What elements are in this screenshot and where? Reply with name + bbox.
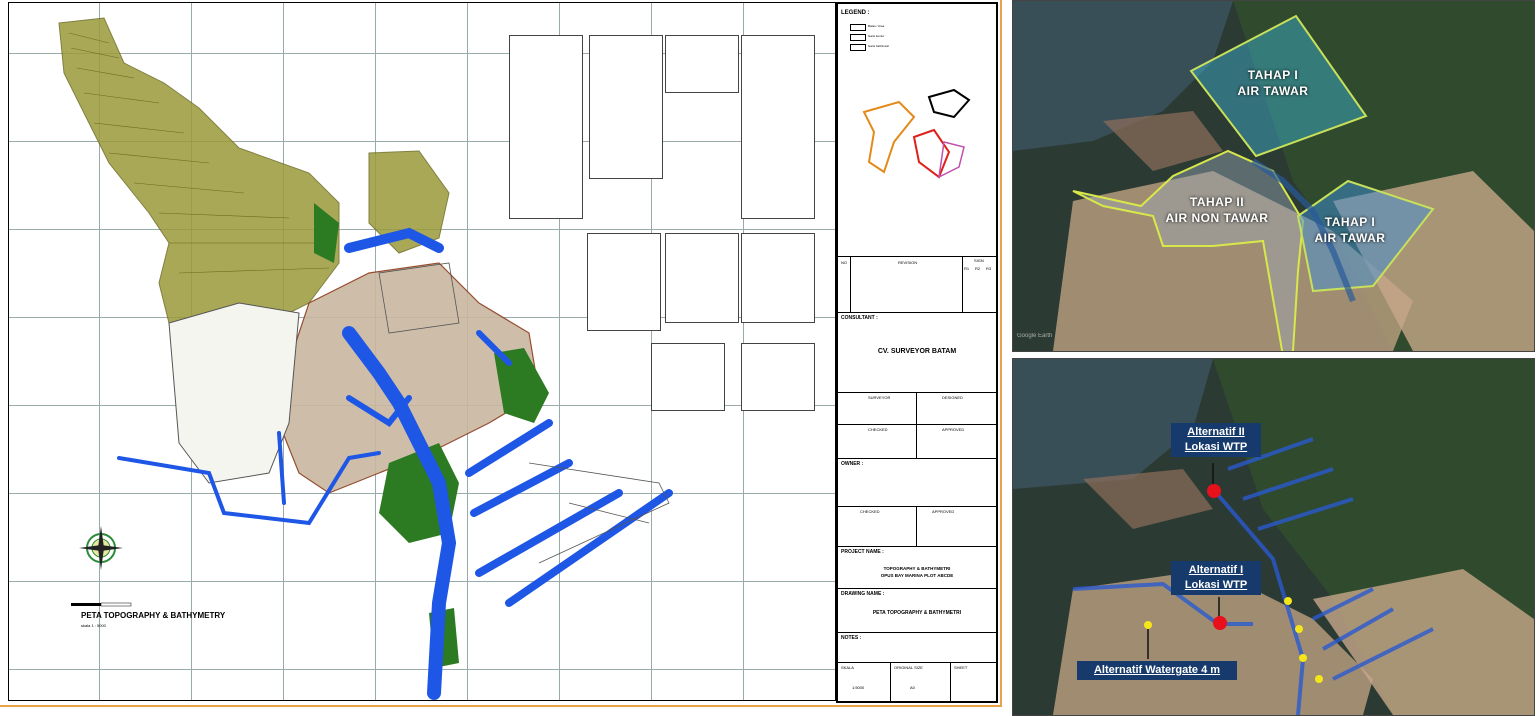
legend-swatch — [850, 24, 866, 31]
satellite-phase-map: TAHAP I AIR TAWAR TAHAP II AIR NON TAWAR… — [1012, 0, 1535, 352]
designed-label: DESIGNED — [942, 395, 963, 400]
key-plan-map — [862, 88, 971, 179]
zone-label-tahap-1-north: TAHAP I AIR TAWAR — [1223, 67, 1323, 99]
zone-label-line: TAHAP I — [1247, 68, 1299, 82]
watergate-marker[interactable] — [1299, 654, 1307, 662]
project-name-line1: TOPOGRAPHY & BATHYMETRI — [883, 566, 951, 571]
checked-label: CHECKED — [868, 427, 888, 432]
skala-value: 1:5000 — [852, 685, 865, 690]
coordinate-table — [589, 35, 663, 179]
skala-label: SKALA — [841, 665, 854, 670]
no-label: NO — [841, 260, 847, 265]
legend-swatch — [850, 34, 866, 41]
callout-line: Alternatif II — [1187, 426, 1245, 438]
watergate-marker[interactable] — [1144, 621, 1152, 629]
callout-line: Alternatif I — [1188, 564, 1244, 576]
coordinate-table — [665, 35, 739, 93]
map-frame: PETA TOPOGRAPHY & BATHYMETRY skala 1 : 5… — [8, 2, 836, 701]
consultant-label: CONSULTANT : — [841, 315, 878, 321]
coordinate-table — [741, 233, 815, 323]
zone-label-line: AIR TAWAR — [1314, 231, 1386, 245]
legend-title: LEGEND : — [841, 10, 870, 16]
coordinate-table — [587, 233, 661, 331]
map-scale-text: skala 1 : 5000 — [81, 623, 106, 628]
satellite-imagery — [1013, 1, 1534, 351]
zone-label-tahap-2: TAHAP II AIR NON TAWAR — [1157, 194, 1277, 226]
map-title: PETA TOPOGRAPHY & BATHYMETRY — [81, 611, 226, 620]
cad-drawing-sheet: PETA TOPOGRAPHY & BATHYMETRY skala 1 : 5… — [0, 0, 1002, 707]
zone-label-line: AIR TAWAR — [1237, 84, 1309, 98]
zone-label-tahap-1-south: TAHAP I AIR TAWAR — [1305, 214, 1395, 246]
watergate-marker[interactable] — [1284, 597, 1292, 605]
r2-label: R2 — [975, 266, 981, 271]
legend-item: Garis bathimetri — [868, 44, 890, 48]
drawing-name: PETA TOPOGRAPHY & BATHYMETRI — [872, 610, 962, 616]
size-value: A0 — [910, 685, 915, 690]
callout-wtp-alt-1: Alternatif I Lokasi WTP — [1171, 561, 1261, 595]
watergate-marker[interactable] — [1295, 625, 1303, 633]
satellite-wtp-map: Alternatif II Lokasi WTP Alternatif I Lo… — [1012, 358, 1535, 716]
legend-swatch — [850, 44, 866, 51]
project-label: PROJECT NAME : — [841, 549, 884, 555]
callout-line: Lokasi WTP — [1184, 441, 1248, 453]
callout-watergate: Alternatif Watergate 4 m — [1077, 661, 1237, 680]
r3-label: R3 — [986, 266, 992, 271]
coordinate-table — [651, 343, 725, 411]
r1-label: R1 — [964, 266, 970, 271]
consultant-name: CV. SURVEYOR BATAM — [877, 348, 957, 355]
watergate-marker[interactable] — [1315, 675, 1323, 683]
legend-item: Batas / Area — [868, 24, 885, 28]
legend-item: Garis kontur — [868, 34, 885, 38]
coordinate-table — [741, 343, 815, 411]
revision-label: REVISION — [898, 260, 918, 265]
approved2-label: APPROVED — [932, 509, 955, 514]
project-name-line2: OPUS BAY MARINA PLOT ABCDE — [880, 573, 954, 578]
title-block: LEGEND : Batas / Area Garis kontur Garis… — [836, 2, 998, 703]
callout-wtp-alt-2: Alternatif II Lokasi WTP — [1171, 423, 1261, 457]
callout-line: Alternatif Watergate 4 m — [1093, 664, 1221, 676]
original-size-label: ORIGINAL SIZE — [894, 665, 923, 670]
wtp-alt-1-marker[interactable] — [1213, 616, 1227, 630]
coordinate-table — [509, 35, 583, 219]
google-earth-watermark: Google Earth — [1017, 333, 1053, 339]
sign-label: SIGN — [974, 258, 984, 263]
callout-line: Lokasi WTP — [1184, 579, 1248, 591]
coordinate-table — [665, 233, 739, 323]
zone-label-line: TAHAP I — [1324, 215, 1376, 229]
checked2-label: CHECKED — [860, 509, 880, 514]
surveyor-label: SURVEYOR — [868, 395, 891, 400]
wtp-alt-2-marker[interactable] — [1207, 484, 1221, 498]
zone-label-line: AIR NON TAWAR — [1165, 211, 1269, 225]
drawing-name-label: DRAWING NAME : — [841, 591, 885, 597]
sheet-label: SHEET — [954, 665, 968, 670]
coordinate-table — [741, 35, 815, 219]
notes-label: NOTES : — [841, 635, 862, 641]
approved-label: APPROVED — [942, 427, 965, 432]
compass-rose-icon — [79, 526, 123, 570]
owner-label: OWNER : — [841, 461, 864, 467]
zone-label-line: TAHAP II — [1189, 195, 1245, 209]
